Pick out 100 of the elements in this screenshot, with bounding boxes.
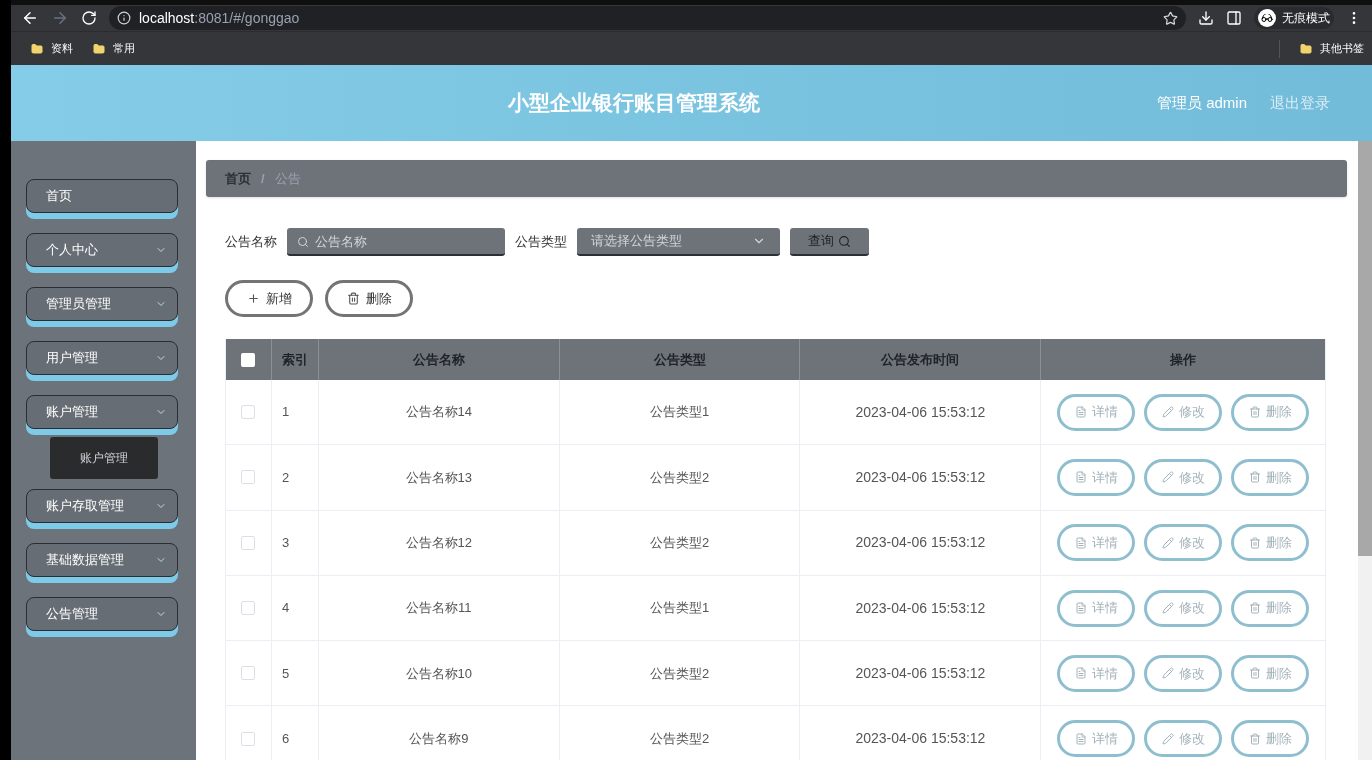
column-header: 公告名称	[318, 339, 560, 380]
document-icon	[1074, 667, 1087, 680]
detail-button[interactable]: 详情	[1057, 589, 1136, 627]
trash-icon	[1248, 536, 1261, 549]
select-field[interactable]: 请选择公告类型	[577, 228, 780, 256]
table-cell-text: 5	[281, 664, 290, 683]
download-icon[interactable]	[1198, 10, 1214, 26]
folder-icon	[31, 42, 43, 55]
table-cell-text: 公告类型2	[649, 534, 710, 552]
detail-button[interactable]: 详情	[1057, 654, 1136, 692]
table-cell-text: 2023-04-06 15:53:12	[855, 663, 986, 683]
row-checkbox[interactable]	[241, 470, 256, 485]
pencil-icon	[1161, 667, 1174, 680]
delete-button[interactable]: 删除	[1231, 393, 1310, 431]
pencil-icon	[1161, 536, 1174, 549]
table-cell-text: 公告名称13	[405, 468, 473, 487]
detail-button[interactable]: 详情	[1057, 524, 1136, 562]
side-panel-icon[interactable]	[1226, 10, 1242, 26]
table-cell-text: 公告类型2	[649, 729, 710, 748]
info-icon	[117, 11, 131, 25]
trash-icon	[1248, 406, 1261, 419]
document-icon	[1074, 406, 1087, 419]
table-cell-text: 公告类型2	[649, 664, 710, 683]
trash-icon	[1248, 471, 1261, 484]
delete-button[interactable]: 删除	[1231, 524, 1310, 562]
table-cell-text: 2	[281, 468, 290, 487]
edit-button[interactable]: 修改	[1144, 589, 1223, 627]
trash-icon	[346, 292, 360, 305]
trash-icon	[1248, 732, 1261, 745]
detail-button[interactable]: 详情	[1057, 393, 1136, 431]
row-checkbox[interactable]	[241, 535, 256, 550]
edit-button[interactable]: 修改	[1144, 458, 1223, 496]
pencil-icon	[1161, 732, 1174, 745]
bookmark[interactable]: 资料	[31, 40, 73, 57]
search-icon	[297, 236, 309, 248]
breadcrumb-item[interactable]: 首页	[225, 168, 251, 189]
pencil-icon	[1161, 471, 1174, 484]
delete-button[interactable]: 删除	[1231, 589, 1310, 627]
submenu-item[interactable]: 账户管理	[50, 437, 158, 479]
table-cell-text: 3	[281, 534, 290, 552]
scrollbar[interactable]	[1358, 141, 1372, 760]
pencil-icon	[1161, 406, 1174, 419]
table-cell-text: 2023-04-06 15:53:12	[855, 533, 986, 553]
bookmark[interactable]: 常用	[93, 40, 135, 57]
trash-icon	[1248, 667, 1261, 680]
search-icon	[838, 234, 851, 248]
back-icon[interactable]	[21, 9, 39, 27]
incognito-badge[interactable]: 无痕模式	[1254, 7, 1334, 29]
table-cell-text: 4	[281, 599, 290, 618]
forward-icon[interactable]	[51, 9, 69, 27]
delete-button[interactable]: 删除	[1231, 654, 1310, 692]
add-button[interactable]: 新增	[225, 280, 313, 317]
edit-button[interactable]: 修改	[1144, 720, 1223, 758]
column-header: 操作	[1169, 350, 1198, 369]
table-cell-text: 公告名称10	[405, 664, 473, 683]
breadcrumb-separator: /	[261, 169, 265, 188]
table-cell-text: 1	[281, 403, 290, 422]
address-bar[interactable]: localhost:8081/#/gonggao	[109, 6, 1186, 30]
table-cell-text: 2023-04-06 15:53:12	[855, 729, 986, 749]
document-icon	[1074, 732, 1087, 745]
table-cell-text: 2023-04-06 15:53:12	[855, 598, 986, 618]
detail-button[interactable]: 详情	[1057, 720, 1136, 758]
delete-button[interactable]: 删除	[325, 280, 413, 317]
incognito-icon	[1258, 9, 1276, 27]
delete-button[interactable]: 删除	[1231, 720, 1310, 758]
table-cell-text: 公告类型2	[649, 468, 710, 487]
document-icon	[1074, 471, 1087, 484]
incognito-label: 无痕模式	[1282, 10, 1330, 27]
logout-link[interactable]: 退出登录	[1270, 91, 1330, 115]
column-header: 索引	[271, 339, 319, 380]
user-label: 管理员 admin	[1156, 92, 1247, 113]
row-checkbox[interactable]	[241, 731, 256, 746]
search-field[interactable]: 公告名称	[287, 228, 505, 256]
table-cell-text: 公告名称12	[405, 534, 473, 552]
edit-button[interactable]: 修改	[1144, 654, 1223, 692]
app-title: 小型企业银行账目管理系统	[508, 90, 760, 117]
column-header: 公告类型	[559, 339, 801, 380]
reload-icon[interactable]	[81, 10, 97, 26]
edit-button[interactable]: 修改	[1144, 393, 1223, 431]
detail-button[interactable]: 详情	[1057, 458, 1136, 496]
document-icon	[1074, 602, 1087, 615]
select-all-checkbox[interactable]	[241, 352, 256, 367]
row-checkbox[interactable]	[241, 666, 256, 681]
row-checkbox[interactable]	[241, 405, 256, 420]
plus-icon	[246, 292, 260, 305]
bookmark[interactable]: 其他书签	[1300, 40, 1364, 57]
field-label: 公告类型	[515, 233, 567, 252]
pencil-icon	[1161, 602, 1174, 615]
field-label: 公告名称	[225, 233, 277, 252]
edit-button[interactable]: 修改	[1144, 524, 1223, 562]
folder-icon	[93, 42, 105, 55]
table-cell-text: 2023-04-06 15:53:12	[855, 402, 986, 422]
row-checkbox[interactable]	[241, 601, 256, 616]
table-cell-text: 公告类型1	[649, 403, 710, 422]
delete-button[interactable]: 删除	[1231, 458, 1310, 496]
star-icon[interactable]	[1163, 10, 1178, 26]
document-icon	[1074, 536, 1087, 549]
query-button[interactable]: 查询	[790, 228, 869, 256]
url-text: localhost:8081/#/gonggao	[139, 8, 300, 28]
table-cell-text: 公告名称9	[409, 729, 469, 748]
